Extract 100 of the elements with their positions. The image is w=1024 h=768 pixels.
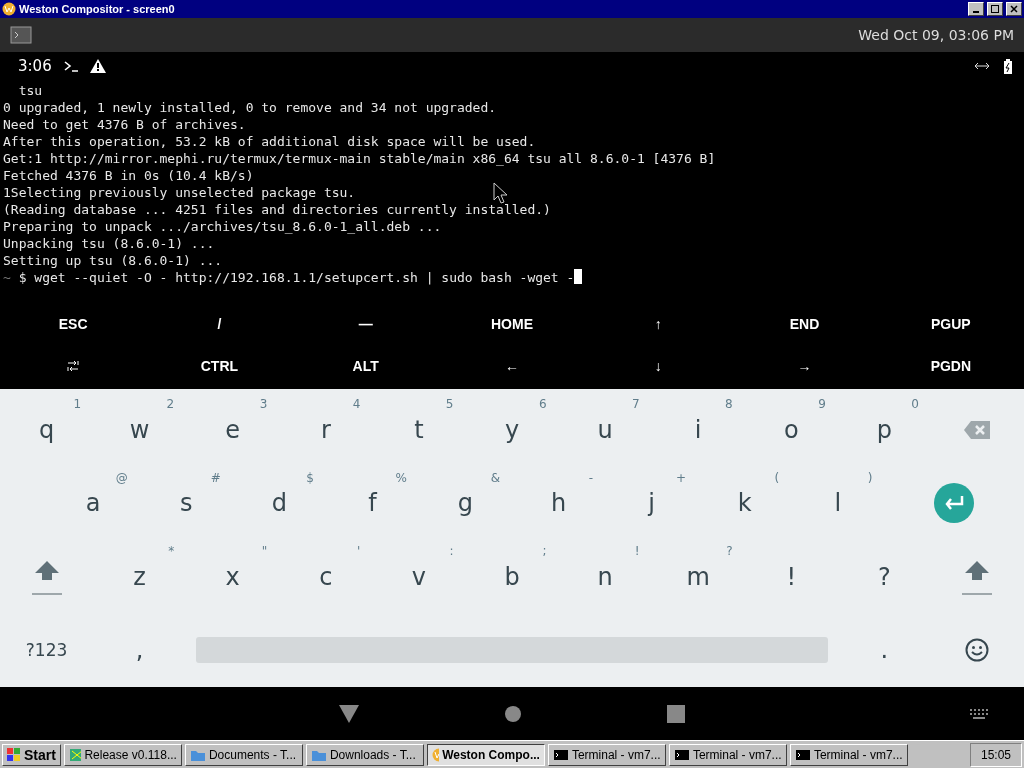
- command-line[interactable]: ~ $ wget --quiet -O - http://192.168.1.1/setupcert.sh | sudo bash -wget -: [3, 269, 583, 286]
- start-button[interactable]: Start: [2, 743, 61, 766]
- app-icon: [68, 747, 82, 762]
- terminal-icon: [552, 747, 569, 762]
- symbols-key[interactable]: ?123: [0, 613, 94, 687]
- key-hint: 0: [911, 397, 919, 411]
- keyboard-key[interactable]: k (: [698, 466, 792, 540]
- key-hint: #: [210, 470, 221, 485]
- maximize-button[interactable]: [987, 2, 1003, 16]
- keyboard-key[interactable]: n !: [558, 540, 652, 614]
- extra-key[interactable]: ESC: [0, 303, 147, 345]
- key-hint: 3: [259, 397, 268, 411]
- warning-icon: [89, 59, 106, 73]
- keyboard-key[interactable]: t 5: [372, 393, 466, 467]
- terminal-line: After this operation, 53.2 kB of additional disk space will be used.: [3, 133, 536, 150]
- keyboard-icon[interactable]: [970, 709, 988, 719]
- key-hint: 8: [725, 397, 733, 411]
- key-hint: ;: [542, 544, 547, 558]
- keyboard-key[interactable]: e 3: [186, 393, 280, 467]
- battery-icon: [1004, 58, 1012, 74]
- minimize-button[interactable]: [968, 2, 984, 16]
- keyboard-key[interactable]: p 0: [837, 393, 931, 467]
- keyboard-key[interactable]: c ': [279, 540, 373, 614]
- status-time: 3:06: [18, 57, 52, 75]
- keyboard-key[interactable]: j +: [605, 466, 699, 540]
- keyboard-key[interactable]: u 7: [558, 393, 652, 467]
- keyboard-key[interactable]: !: [744, 540, 838, 614]
- extra-key[interactable]: —: [292, 303, 439, 345]
- key-hint: 5: [445, 397, 454, 411]
- extra-key[interactable]: PGUP: [877, 303, 1024, 345]
- key-hint: !: [634, 544, 640, 558]
- keyboard-key[interactable]: b ;: [465, 540, 559, 614]
- keyboard-key[interactable]: i 8: [651, 393, 745, 467]
- extra-key[interactable]: ↓: [585, 345, 732, 387]
- taskbar-button[interactable]: Release v0.118...: [63, 743, 182, 766]
- keyboard-key[interactable]: s #: [139, 466, 233, 540]
- terminal-line: (Reading database ... 4251 files and directories currently installed.): [3, 201, 551, 218]
- window-title: Weston Compositor - screen0: [19, 3, 176, 15]
- extra-key[interactable]: ALT: [292, 345, 439, 387]
- recent-apps-icon[interactable]: [667, 704, 685, 723]
- maximize-icon: [991, 5, 999, 13]
- terminal-line: tsu: [17, 82, 43, 99]
- taskbar-button[interactable]: Documents - T...: [184, 743, 303, 766]
- home-icon[interactable]: [504, 704, 522, 723]
- keyboard-key[interactable]: f %: [325, 466, 419, 540]
- terminal-line: 1Selecting previously unselected package tsu.: [3, 184, 356, 201]
- terminal-icon: [673, 747, 690, 762]
- tab-icon[interactable]: [67, 361, 80, 371]
- keyboard-key[interactable]: .: [837, 613, 931, 687]
- key-hint: 9: [818, 397, 826, 411]
- close-button[interactable]: [1006, 2, 1022, 16]
- keyboard-key[interactable]: h -: [512, 466, 606, 540]
- keyboard-key[interactable]: y 6: [465, 393, 559, 467]
- keyboard-key[interactable]: ,: [93, 613, 187, 687]
- keyboard-key[interactable]: l ): [791, 466, 885, 540]
- extra-key[interactable]: END: [731, 303, 878, 345]
- panel-clock: Wed Oct 09, 03:06 PM: [858, 27, 1014, 43]
- windows-logo-icon: [7, 747, 21, 762]
- key-hint: ?: [726, 544, 733, 558]
- keyboard-key[interactable]: v :: [372, 540, 466, 614]
- extra-key[interactable]: ←: [438, 345, 586, 387]
- keyboard-key[interactable]: a @: [46, 466, 140, 540]
- taskbar-button[interactable]: Terminal - vm7...: [668, 743, 787, 766]
- extra-key[interactable]: /: [146, 303, 293, 345]
- back-icon[interactable]: [339, 704, 359, 723]
- key-hint: ': [357, 544, 361, 558]
- taskbar-button[interactable]: Terminal - vm7...: [547, 743, 666, 766]
- extra-key[interactable]: PGDN: [877, 345, 1024, 387]
- terminal-line: Get:1 http://mirror.mephi.ru/termux/termux-main stable/main x86_64 tsu all 8.6.0-1 [4376 B]: [3, 150, 716, 167]
- keyboard-key[interactable]: o 9: [744, 393, 838, 467]
- close-icon: [1010, 5, 1018, 13]
- data-transfer-icon: [974, 61, 992, 71]
- taskbar-button[interactable]: Downloads - T...: [305, 743, 424, 766]
- key-hint: @: [115, 470, 128, 485]
- extra-key[interactable]: →: [731, 345, 878, 387]
- key-hint: (: [774, 470, 780, 485]
- extra-key[interactable]: CTRL: [146, 345, 293, 387]
- keyboard-key[interactable]: d $: [232, 466, 326, 540]
- terminal-icon: [794, 747, 811, 762]
- keyboard-key[interactable]: r 4: [279, 393, 373, 467]
- extra-key[interactable]: ↑: [585, 303, 732, 345]
- terminal-line: Preparing to unpack .../archives/tsu_8.6.0-1_all.deb ...: [3, 218, 442, 235]
- emoji-icon[interactable]: [965, 638, 990, 663]
- enter-icon[interactable]: [934, 483, 975, 524]
- keyboard-key[interactable]: ?: [837, 540, 931, 614]
- terminal-prompt-icon: [63, 60, 78, 72]
- keyboard-key[interactable]: m ?: [651, 540, 745, 614]
- key-hint: ": [261, 544, 268, 558]
- key-hint: 7: [632, 397, 640, 411]
- keyboard-key[interactable]: g &: [418, 466, 512, 540]
- keyboard-key[interactable]: x ": [186, 540, 280, 614]
- key-hint: 4: [352, 397, 361, 411]
- taskbar-button[interactable]: Weston Compo...: [426, 743, 545, 766]
- keyboard-key[interactable]: q 1: [0, 393, 94, 467]
- terminal-line: Unpacking tsu (8.6.0-1) ...: [3, 235, 215, 252]
- taskbar-button[interactable]: Terminal - vm7...: [789, 743, 908, 766]
- mouse-pointer-icon: [493, 182, 509, 204]
- keyboard-key[interactable]: w 2: [93, 393, 187, 467]
- extra-key[interactable]: HOME: [438, 303, 586, 345]
- keyboard-key[interactable]: z *: [93, 540, 187, 614]
